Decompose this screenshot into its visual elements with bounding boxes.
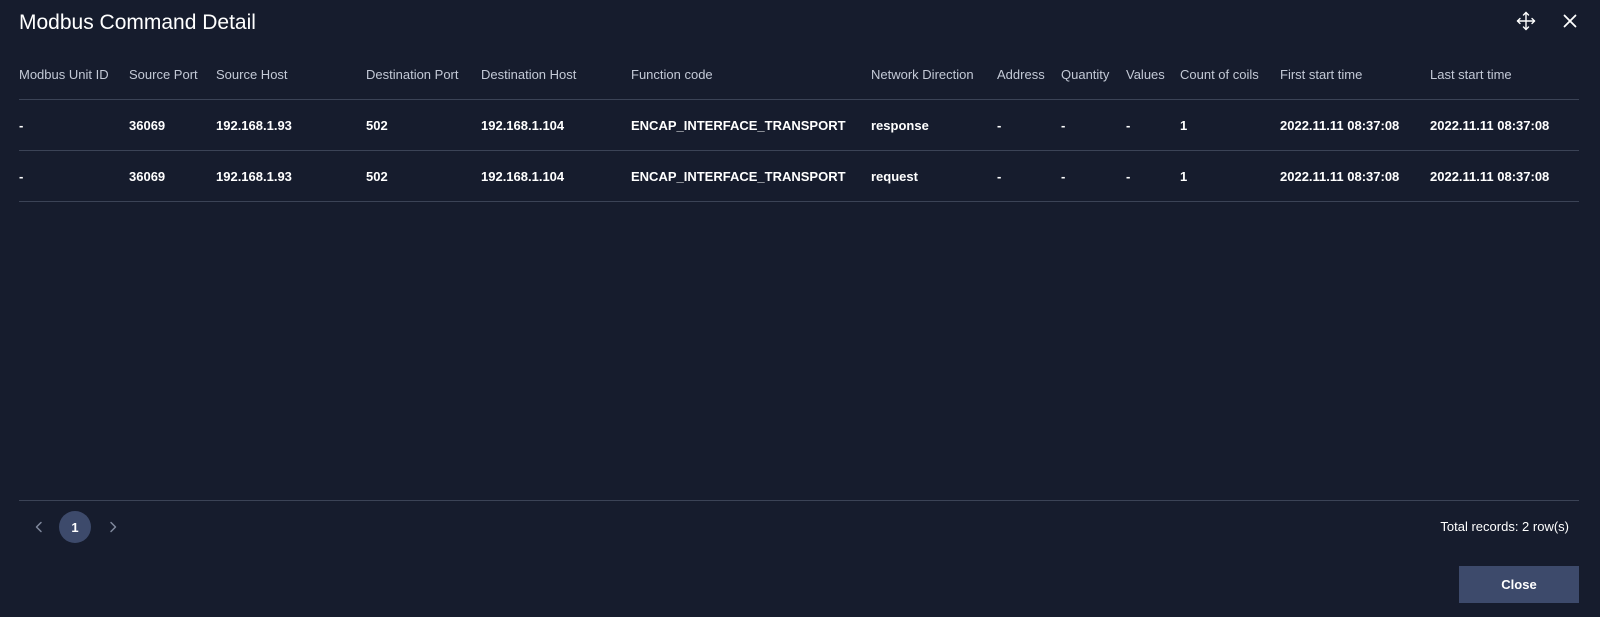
cell-values: - bbox=[1126, 99, 1180, 151]
cell-count-of-coils: 1 bbox=[1180, 99, 1280, 151]
column-header-modbus-unit-id[interactable]: Modbus Unit ID bbox=[19, 50, 129, 100]
column-header-address[interactable]: Address bbox=[997, 50, 1061, 100]
close-button[interactable]: Close bbox=[1459, 566, 1579, 603]
cell-source-port: 36069 bbox=[129, 150, 216, 202]
pagination: 1 bbox=[29, 511, 123, 543]
dialog-title: Modbus Command Detail bbox=[19, 11, 256, 34]
column-header-last-start-time[interactable]: Last start time bbox=[1430, 50, 1579, 100]
footer-divider bbox=[19, 500, 1579, 501]
cell-first-start-time: 2022.11.11 08:37:08 bbox=[1280, 99, 1430, 151]
cell-destination-host: 192.168.1.104 bbox=[481, 99, 631, 151]
column-header-values[interactable]: Values bbox=[1126, 50, 1180, 100]
cell-source-port: 36069 bbox=[129, 99, 216, 151]
column-header-destination-host[interactable]: Destination Host bbox=[481, 50, 631, 100]
cell-modbus-unit-id: - bbox=[19, 99, 129, 151]
column-header-quantity[interactable]: Quantity bbox=[1061, 50, 1126, 100]
cell-address: - bbox=[997, 150, 1061, 202]
page-1-button[interactable]: 1 bbox=[59, 511, 91, 543]
cell-first-start-time: 2022.11.11 08:37:08 bbox=[1280, 150, 1430, 202]
cell-network-direction: request bbox=[871, 150, 997, 202]
cell-destination-port: 502 bbox=[366, 99, 481, 151]
cell-quantity: - bbox=[1061, 99, 1126, 151]
total-records: Total records: 2 row(s) bbox=[1440, 519, 1569, 534]
modbus-command-detail-dialog: Modbus Command Detail Modbus Unit ID Sou… bbox=[0, 0, 1600, 617]
cell-source-host: 192.168.1.93 bbox=[216, 150, 366, 202]
cell-quantity: - bbox=[1061, 150, 1126, 202]
cell-last-start-time: 2022.11.11 08:37:08 bbox=[1430, 150, 1579, 202]
cell-count-of-coils: 1 bbox=[1180, 150, 1280, 202]
table-row[interactable]: - 36069 192.168.1.93 502 192.168.1.104 E… bbox=[19, 150, 1579, 202]
column-header-destination-port[interactable]: Destination Port bbox=[366, 50, 481, 100]
cell-modbus-unit-id: - bbox=[19, 150, 129, 202]
cell-destination-host: 192.168.1.104 bbox=[481, 150, 631, 202]
cell-values: - bbox=[1126, 150, 1180, 202]
table-row[interactable]: - 36069 192.168.1.93 502 192.168.1.104 E… bbox=[19, 99, 1579, 151]
command-table: Modbus Unit ID Source Port Source Host D… bbox=[19, 50, 1579, 202]
column-header-first-start-time[interactable]: First start time bbox=[1280, 50, 1430, 100]
column-header-count-of-coils[interactable]: Count of coils bbox=[1180, 50, 1280, 100]
cell-function-code: ENCAP_INTERFACE_TRANSPORT bbox=[631, 99, 871, 151]
column-header-source-port[interactable]: Source Port bbox=[129, 50, 216, 100]
move-icon[interactable] bbox=[1514, 9, 1538, 33]
close-icon[interactable] bbox=[1558, 9, 1582, 33]
cell-function-code: ENCAP_INTERFACE_TRANSPORT bbox=[631, 150, 871, 202]
cell-network-direction: response bbox=[871, 99, 997, 151]
cell-last-start-time: 2022.11.11 08:37:08 bbox=[1430, 99, 1579, 151]
table-header-row: Modbus Unit ID Source Port Source Host D… bbox=[19, 50, 1579, 100]
column-header-network-direction[interactable]: Network Direction bbox=[871, 50, 997, 100]
cell-address: - bbox=[997, 99, 1061, 151]
next-page-icon[interactable] bbox=[103, 511, 123, 543]
cell-destination-port: 502 bbox=[366, 150, 481, 202]
cell-source-host: 192.168.1.93 bbox=[216, 99, 366, 151]
column-header-source-host[interactable]: Source Host bbox=[216, 50, 366, 100]
column-header-function-code[interactable]: Function code bbox=[631, 50, 871, 100]
prev-page-icon[interactable] bbox=[29, 511, 49, 543]
